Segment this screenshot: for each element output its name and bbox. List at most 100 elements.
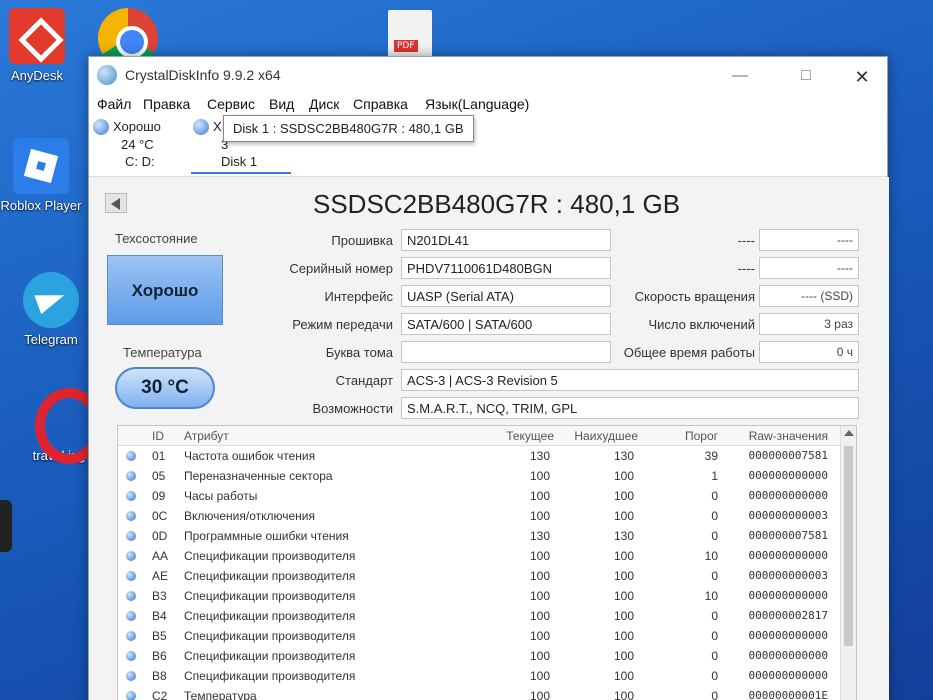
column-header-current[interactable]: Текущее [498, 429, 554, 443]
temperature-label: Температура [123, 345, 202, 360]
scroll-thumb[interactable] [844, 446, 853, 646]
health-status-icon [126, 471, 136, 481]
menu-language[interactable]: Язык(Language) [425, 96, 529, 112]
attribute-name: Часы работы [184, 489, 258, 503]
threshold-value: 0 [711, 509, 718, 523]
disk-details-panel: SSDSC2BB480G7R : 480,1 GB Техсостояние Х… [89, 177, 889, 700]
table-row[interactable]: B4 Спецификации производителя 100 100 0 00000… [118, 606, 856, 626]
menu-view[interactable]: Вид [269, 96, 294, 112]
partial-desktop-icon[interactable] [0, 500, 12, 552]
worst-value: 130 [613, 529, 634, 543]
attribute-name: Спецификации производителя [184, 549, 356, 563]
current-value: 100 [529, 689, 550, 700]
threshold-value: 0 [711, 669, 718, 683]
menu-disk[interactable]: Диск [309, 96, 339, 112]
features-value: S.M.A.R.T., NCQ, TRIM, GPL [401, 397, 859, 419]
table-row[interactable]: B6 Спецификации производителя 100 100 0 00000… [118, 646, 856, 666]
window-title: CrystalDiskInfo 9.9.2 x64 [125, 67, 281, 83]
health-status-icon [126, 511, 136, 521]
column-header-id[interactable]: ID [152, 429, 164, 443]
health-status-button[interactable]: Хорошо [107, 255, 223, 325]
attribute-id: B8 [152, 669, 167, 683]
worst-value: 100 [613, 489, 634, 503]
table-row[interactable]: 0D Программные ошибки чтения 130 130 0 000000… [118, 526, 856, 546]
standard-value: ACS-3 | ACS-3 Revision 5 [401, 369, 859, 391]
maximize-button[interactable]: □ [791, 67, 821, 85]
desktop-icon-telegram[interactable]: Telegram [6, 272, 96, 347]
right-field-value: ---- [759, 229, 859, 251]
right-field-label: ---- [737, 233, 755, 248]
title-bar[interactable]: CrystalDiskInfo 9.9.2 x64 — □ ✕ [89, 57, 887, 95]
menu-help[interactable]: Справка [353, 96, 408, 112]
previous-disk-button[interactable] [105, 193, 127, 213]
column-header-threshold[interactable]: Порог [668, 429, 718, 443]
table-row[interactable]: B5 Спецификации производителя 100 100 0 00000… [118, 626, 856, 646]
transfer-mode-label: Режим передачи [292, 317, 393, 332]
desktop-icon-label: Telegram [24, 332, 78, 347]
health-status-icon [93, 119, 109, 135]
attribute-name: Переназначенные сектора [184, 469, 333, 483]
power-on-count-label: Число включений [648, 317, 756, 332]
current-value: 100 [529, 589, 550, 603]
menu-bar: Файл Правка Сервис Вид Диск Справка Язык… [89, 95, 887, 115]
disk-tab-c[interactable]: Хорошо 24 °C C: D: [91, 117, 181, 177]
temperature-button[interactable]: 30 °C [115, 367, 215, 409]
table-header: ID Атрибут Текущее Наихудшее Порог Raw-з… [118, 426, 856, 446]
disk-name: C: D: [125, 154, 155, 169]
table-scrollbar[interactable] [840, 426, 856, 700]
column-header-raw[interactable]: Raw-значения [732, 429, 828, 443]
opera-icon [31, 388, 103, 464]
column-header-attribute[interactable]: Атрибут [184, 429, 229, 443]
raw-value: 000000000000 [748, 589, 828, 602]
interface-value: UASP (Serial ATA) [401, 285, 611, 307]
table-row[interactable]: B8 Спецификации производителя 100 100 0 00000… [118, 666, 856, 686]
disk-temp: 24 °C [121, 137, 154, 152]
worst-value: 100 [613, 569, 634, 583]
interface-label: Интерфейс [324, 289, 393, 304]
threshold-value: 0 [711, 569, 718, 583]
health-status-icon [126, 611, 136, 621]
disk-name: Disk 1 [221, 154, 258, 169]
attribute-id: 0C [152, 509, 168, 523]
raw-value: 00000000001E [748, 689, 828, 700]
minimize-button[interactable]: — [725, 67, 755, 85]
threshold-value: 0 [711, 649, 718, 663]
desktop-icon-roblox[interactable]: Roblox Player [0, 138, 86, 213]
threshold-value: 0 [711, 629, 718, 643]
attribute-name: Частота ошибок чтения [184, 449, 316, 463]
desktop-icon-anydesk[interactable]: AnyDesk [0, 8, 82, 83]
table-row[interactable]: 01 Частота ошибок чтения 130 130 39 000000007… [118, 446, 856, 466]
drive-letter-label: Буква тома [325, 345, 393, 360]
table-row[interactable]: B3 Спецификации производителя 100 100 10 0000… [118, 586, 856, 606]
table-row[interactable]: C2 Температура 100 100 0 00000000001E [118, 686, 856, 700]
attribute-id: 01 [152, 449, 166, 463]
column-header-worst[interactable]: Наихудшее [562, 429, 638, 443]
table-row[interactable]: AE Спецификации производителя 100 100 0 00000… [118, 566, 856, 586]
menu-edit[interactable]: Правка [143, 96, 190, 112]
attribute-name: Спецификации производителя [184, 649, 356, 663]
disk-status: Хорошо [113, 119, 161, 134]
disk-tooltip: Disk 1 : SSDSC2BB480G7R : 480,1 GB [223, 115, 474, 142]
health-status-icon [126, 651, 136, 661]
worst-value: 100 [613, 469, 634, 483]
table-row[interactable]: 05 Переназначенные сектора 100 100 1 00000000… [118, 466, 856, 486]
selected-tab-indicator [191, 172, 291, 174]
app-icon [97, 65, 117, 85]
raw-value: 000000000003 [748, 509, 828, 522]
attribute-name: Включения/отключения [184, 509, 315, 523]
disk-model-title: SSDSC2BB480G7R : 480,1 GB [313, 189, 681, 219]
health-label: Техсостояние [115, 231, 198, 246]
menu-service[interactable]: Сервис [207, 96, 255, 112]
power-on-hours-label: Общее время работы [623, 345, 755, 360]
table-row[interactable]: 09 Часы работы 100 100 0 000000000000 [118, 486, 856, 506]
table-row[interactable]: AA Спецификации производителя 100 100 10 0000… [118, 546, 856, 566]
attribute-id: AE [152, 569, 169, 583]
scroll-up-arrow-icon[interactable] [844, 430, 854, 436]
attribute-id: AA [152, 549, 169, 563]
table-row[interactable]: 0C Включения/отключения 100 100 0 00000000000… [118, 506, 856, 526]
anydesk-icon [9, 8, 65, 64]
raw-value: 000000000000 [748, 549, 828, 562]
menu-file[interactable]: Файл [97, 96, 131, 112]
attribute-name: Спецификации производителя [184, 569, 356, 583]
close-button[interactable]: ✕ [847, 67, 877, 88]
